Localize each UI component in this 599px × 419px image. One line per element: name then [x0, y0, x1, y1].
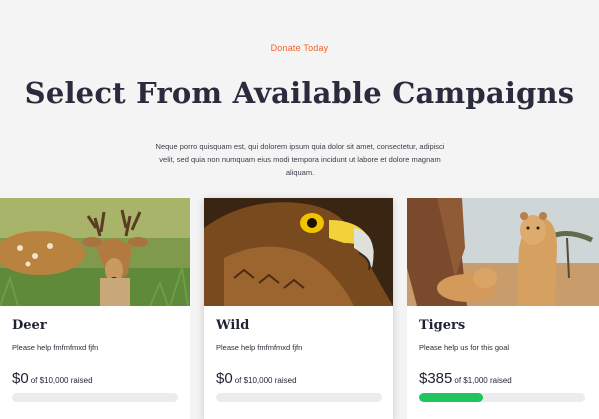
eyebrow-label: Donate Today — [270, 43, 329, 53]
campaign-title[interactable]: Deer — [12, 318, 47, 333]
campaign-card-deer[interactable]: Deer Please help fmfmfmxd fjfn $0 of $10,… — [0, 198, 190, 419]
goal-text: of $1,000 raised — [454, 376, 512, 385]
raised-amount: $0 of $10,000 raised — [216, 370, 297, 388]
progress-bar — [12, 393, 178, 402]
progress-bar — [216, 393, 382, 402]
raised-value: $0 — [12, 370, 29, 387]
campaign-card-tigers[interactable]: Tigers Please help us for this goal $385… — [407, 198, 599, 419]
campaign-title[interactable]: Tigers — [419, 318, 465, 333]
raised-amount: $0 of $10,000 raised — [12, 370, 93, 388]
deer-image[interactable] — [0, 198, 190, 306]
goal-text: of $10,000 raised — [234, 376, 297, 385]
campaign-description: Please help fmfmfmxd fjfn — [12, 343, 99, 352]
progress-fill — [419, 393, 483, 402]
progress-bar — [419, 393, 585, 402]
goal-text: of $10,000 raised — [30, 376, 93, 385]
raised-value: $0 — [216, 370, 233, 387]
raised-value: $385 — [419, 370, 453, 387]
campaign-card-wild[interactable]: Wild Please help fmfmfmxd fjfn $0 of $10,… — [204, 198, 393, 419]
campaign-description: Please help us for this goal — [419, 343, 510, 352]
page-title: Select From Available Campaigns — [24, 76, 575, 110]
page-description: Neque porro quisquam est, qui dolorem ip… — [155, 142, 445, 177]
campaign-title[interactable]: Wild — [216, 318, 249, 333]
eagle-image[interactable] — [204, 198, 393, 306]
campaign-description: Please help fmfmfmxd fjfn — [216, 343, 303, 352]
raised-amount: $385 of $1,000 raised — [419, 370, 512, 388]
lions-image[interactable] — [407, 198, 599, 306]
